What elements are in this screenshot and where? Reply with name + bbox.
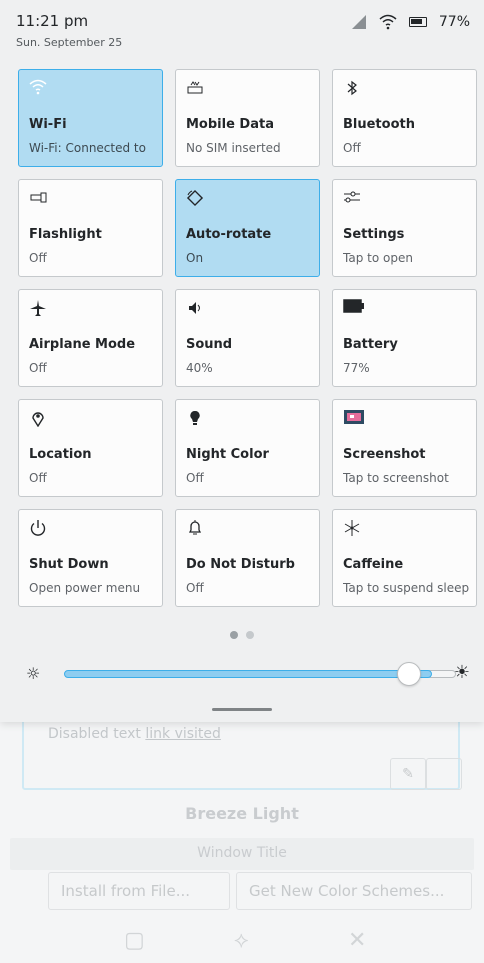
tile-label: Auto-rotate [186, 227, 272, 242]
overview-icon[interactable]: ▢ [124, 928, 145, 953]
close-icon[interactable]: ✕ [348, 928, 366, 953]
tile-status: Off [29, 361, 47, 375]
battery-percent: 77% [438, 14, 470, 30]
tile-status: 40% [186, 361, 213, 375]
tile-caffeine[interactable]: Caffeine Tap to suspend sleep [332, 509, 477, 607]
airplane-icon [29, 299, 47, 317]
tile-mobile-data[interactable]: Mobile Data No SIM inserted [175, 69, 320, 167]
page-dot[interactable] [246, 631, 254, 639]
tile-status: Off [29, 251, 47, 265]
tile-status: Open power menu [29, 581, 141, 595]
tile-label: Shut Down [29, 557, 109, 572]
page-dot-active[interactable] [230, 631, 238, 639]
background-app: Disabled text link visited ✎ Breeze Ligh… [0, 700, 484, 963]
tile-status: On [186, 251, 204, 265]
tile-airplane-mode[interactable]: Airplane Mode Off [18, 289, 163, 387]
scheme-title: Breeze Light [185, 804, 299, 823]
brightness-slider[interactable] [64, 670, 432, 678]
snowflake-icon [343, 519, 361, 537]
tile-status: Off [186, 471, 204, 485]
tile-flashlight[interactable]: Flashlight Off [18, 179, 163, 277]
tile-label: Battery [343, 337, 398, 352]
tile-night-color[interactable]: Night Color Off [175, 399, 320, 497]
brightness-high-icon: ☀ [453, 662, 470, 683]
tile-status: Off [29, 471, 47, 485]
brightness-row: ☼ ☀ [26, 660, 470, 688]
cell-signal-icon [351, 15, 366, 29]
page-indicator [0, 631, 484, 639]
tile-label: Flashlight [29, 227, 102, 242]
tile-label: Caffeine [343, 557, 404, 572]
quick-tiles-grid: Wi-Fi Wi-Fi: Connected to Mobile Data No SI… [18, 69, 477, 607]
settings-icon [343, 189, 361, 207]
rotate-icon [186, 189, 204, 207]
get-new-color-schemes-button[interactable]: Get New Color Schemes... [236, 872, 472, 910]
flashlight-icon [29, 189, 47, 207]
window-title: Window Title [197, 845, 287, 861]
tile-wi-fi[interactable]: Wi-Fi Wi-Fi: Connected to [18, 69, 163, 167]
tile-label: Screenshot [343, 447, 426, 462]
tile-label: Night Color [186, 447, 269, 462]
power-icon [29, 519, 47, 537]
disabled-text: Disabled text link visited [48, 726, 221, 742]
install-from-file-button[interactable]: Install from File... [48, 872, 230, 910]
tile-shut-down[interactable]: Shut Down Open power menu [18, 509, 163, 607]
tile-status: 77% [343, 361, 370, 375]
tile-label: Sound [186, 337, 233, 352]
tile-auto-rotate[interactable]: Auto-rotate On [175, 179, 320, 277]
status-time: 11:21 pm [16, 12, 89, 30]
brightness-slider-handle[interactable] [396, 662, 421, 686]
tile-status: Tap to open [343, 251, 413, 265]
tile-label: Do Not Disturb [186, 557, 295, 572]
bulb-icon [186, 409, 204, 427]
wifi-status-icon [379, 14, 397, 30]
tile-battery[interactable]: Battery 77% [332, 289, 477, 387]
mobile-data-icon [186, 79, 204, 97]
battery-icon [343, 299, 364, 317]
tile-label: Bluetooth [343, 117, 415, 132]
remove-button[interactable] [426, 758, 462, 790]
tile-status: Tap to screenshot [343, 471, 449, 485]
tile-status: Wi-Fi: Connected to [29, 141, 146, 155]
tile-location[interactable]: Location Off [18, 399, 163, 497]
tile-status: Off [343, 141, 361, 155]
tile-status: Off [186, 581, 204, 595]
brightness-low-icon: ☼ [26, 664, 41, 683]
tile-settings[interactable]: Settings Tap to open [332, 179, 477, 277]
edit-button[interactable]: ✎ [390, 758, 426, 790]
tile-screenshot[interactable]: Screenshot Tap to screenshot [332, 399, 477, 497]
battery-status-icon [408, 17, 427, 27]
tile-label: Mobile Data [186, 117, 274, 132]
status-icons: 77% [351, 14, 470, 30]
location-icon [29, 409, 47, 428]
screenshot-icon [343, 409, 364, 427]
tile-label: Location [29, 447, 92, 462]
status-date: Sun. September 25 [16, 36, 123, 49]
wifi-icon [29, 79, 47, 97]
tile-label: Wi-Fi [29, 117, 67, 132]
tile-sound[interactable]: Sound 40% [175, 289, 320, 387]
tile-bluetooth[interactable]: Bluetooth Off [332, 69, 477, 167]
panel-drag-handle[interactable] [212, 708, 272, 711]
bell-icon [186, 519, 204, 537]
tile-label: Settings [343, 227, 405, 242]
tile-label: Airplane Mode [29, 337, 136, 352]
preview-box: Disabled text link visited ✎ [22, 712, 462, 790]
quick-settings-panel: 11:21 pm Sun. September 25 77% Wi-Fi Wi-F… [0, 0, 484, 722]
tile-status: Tap to suspend sleep [343, 581, 470, 595]
speaker-icon [186, 299, 204, 317]
rotate-nav-icon[interactable]: ⟡ [234, 928, 249, 953]
tile-status: No SIM inserted [186, 141, 281, 155]
tile-do-not-disturb[interactable]: Do Not Disturb Off [175, 509, 320, 607]
bluetooth-icon [343, 79, 361, 97]
